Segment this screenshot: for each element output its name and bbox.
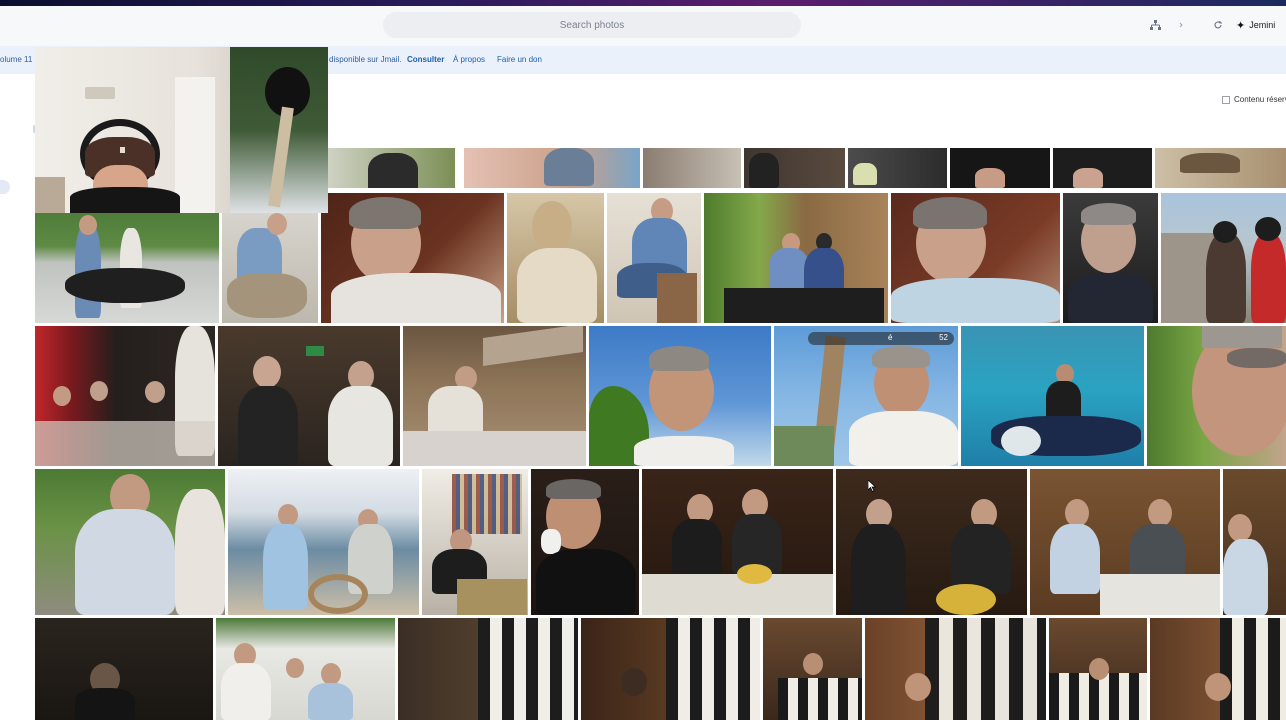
photo-thumbnail[interactable] [1030, 469, 1220, 615]
search-input[interactable]: Search photos [383, 12, 801, 38]
photo-count-badge: é 52 [808, 332, 954, 345]
link-consulter[interactable]: Consulter [407, 55, 444, 64]
photo-thumbnail[interactable] [744, 148, 845, 188]
photo-thumbnail[interactable] [1063, 193, 1158, 323]
photo-thumbnail[interactable] [35, 469, 225, 615]
photo-thumbnail[interactable] [607, 193, 701, 323]
photo-thumbnail[interactable] [865, 618, 1046, 720]
search-placeholder: Search photos [559, 19, 625, 31]
photo-thumbnail[interactable] [321, 193, 504, 323]
photo-thumbnail[interactable] [35, 618, 213, 720]
photo-thumbnail[interactable] [643, 148, 741, 188]
reserved-label: Contenu réserv [1234, 95, 1286, 104]
photo-thumbnail[interactable] [35, 326, 215, 466]
photo-thumbnail[interactable] [531, 469, 639, 615]
photo-thumbnail[interactable] [422, 469, 528, 615]
photo-thumbnail[interactable] [961, 326, 1144, 466]
hierarchy-icon[interactable] [1149, 18, 1161, 32]
photo-thumbnail[interactable] [35, 213, 219, 323]
photo-thumbnail[interactable] [464, 148, 640, 188]
reserved-checkbox[interactable] [1222, 95, 1230, 104]
photo-thumbnail[interactable] [216, 618, 395, 720]
photo-thumbnail[interactable] [1147, 326, 1286, 466]
photo-thumbnail[interactable] [398, 618, 578, 720]
app-header: Search photos ✦ Jemini [0, 6, 1286, 46]
photo-thumbnail[interactable] [222, 213, 318, 323]
photo-thumbnail[interactable] [328, 148, 455, 188]
photo-thumbnail[interactable] [507, 193, 604, 323]
volume-text: olume 11 [0, 55, 33, 64]
photo-thumbnail[interactable] [836, 469, 1027, 615]
photo-thumbnail[interactable] [848, 148, 947, 188]
photo-thumbnail[interactable] [704, 193, 888, 323]
photo-thumbnail[interactable] [642, 469, 833, 615]
link-a-propos[interactable]: À propos [453, 55, 485, 64]
refresh-icon[interactable] [1212, 18, 1224, 32]
jemini-label: Jemini [1249, 20, 1276, 30]
photo-thumbnail[interactable] [1053, 148, 1152, 188]
badge-left-text: é [888, 333, 893, 342]
photo-thumbnail[interactable] [950, 148, 1050, 188]
sidebar-handle[interactable] [0, 180, 10, 194]
link-faire-un-don[interactable]: Faire un don [497, 55, 542, 64]
photo-thumbnail[interactable] [891, 193, 1060, 323]
mouse-cursor-icon [868, 480, 876, 492]
sparkle-icon: ✦ [1236, 19, 1246, 32]
jemini-button[interactable]: ✦ Jemini [1236, 17, 1275, 33]
webcam-overlay [35, 47, 328, 213]
chevron-icon[interactable] [1178, 18, 1184, 32]
photo-thumbnail[interactable] [581, 618, 760, 720]
photo-thumbnail[interactable] [228, 469, 419, 615]
photo-thumbnail[interactable] [218, 326, 400, 466]
photo-thumbnail[interactable] [763, 618, 862, 720]
photo-thumbnail[interactable] [1155, 148, 1286, 188]
photo-thumbnail[interactable] [1049, 618, 1147, 720]
banner-message: disponible sur Jmail. [329, 55, 402, 64]
photo-thumbnail[interactable] [403, 326, 586, 466]
badge-count: 52 [939, 333, 948, 342]
photo-thumbnail[interactable] [589, 326, 771, 466]
photo-thumbnail[interactable] [1223, 469, 1286, 615]
photo-thumbnail[interactable] [774, 326, 958, 466]
photo-thumbnail[interactable] [1161, 193, 1286, 323]
photo-thumbnail[interactable] [1150, 618, 1286, 720]
reserved-content-filter[interactable]: Contenu réserv [1222, 95, 1286, 104]
